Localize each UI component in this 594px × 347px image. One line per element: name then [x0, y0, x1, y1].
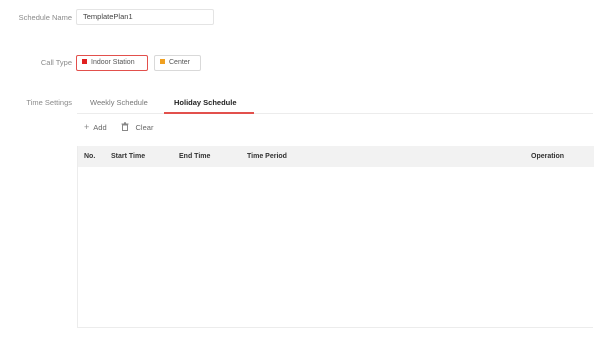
call-type-indoor-station-button[interactable]: Indoor Station	[76, 55, 148, 71]
center-label: Center	[169, 59, 191, 66]
column-header-start-time[interactable]: Start Time	[111, 153, 145, 160]
call-type-center-button[interactable]: Center	[154, 55, 201, 71]
column-header-no[interactable]: No.	[84, 153, 95, 160]
trash-icon	[121, 122, 132, 132]
tab-divider	[77, 113, 593, 114]
active-tab-indicator	[164, 112, 254, 114]
time-settings-label: Time Settings	[26, 98, 72, 107]
column-header-end-time[interactable]: End Time	[179, 153, 210, 160]
indoor-station-label: Indoor Station	[91, 59, 135, 66]
tab-weekly-schedule[interactable]: Weekly Schedule	[90, 98, 148, 107]
column-header-operation[interactable]: Operation	[531, 153, 564, 160]
column-header-time-period[interactable]: Time Period	[247, 153, 287, 160]
call-type-label: Call Type	[40, 58, 72, 67]
holiday-schedule-page: Schedule Name TemplatePlan1 Call Type In…	[0, 0, 594, 347]
schedule-name-label: Schedule Name	[18, 13, 72, 22]
clear-button-label: Clear	[135, 123, 154, 132]
table-header: No. Start Time End Time Time Period Oper…	[78, 146, 594, 167]
plus-icon: +	[84, 122, 90, 132]
tab-holiday-schedule[interactable]: Holiday Schedule	[174, 98, 237, 107]
holiday-schedule-table: No. Start Time End Time Time Period Oper…	[77, 146, 594, 328]
indoor-station-color-icon	[82, 59, 87, 64]
clear-button[interactable]: Clear	[121, 122, 153, 132]
center-color-icon	[160, 59, 165, 64]
add-button[interactable]: + Add	[84, 122, 107, 132]
schedule-name-input[interactable]: TemplatePlan1	[76, 9, 214, 25]
add-button-label: Add	[93, 123, 107, 132]
